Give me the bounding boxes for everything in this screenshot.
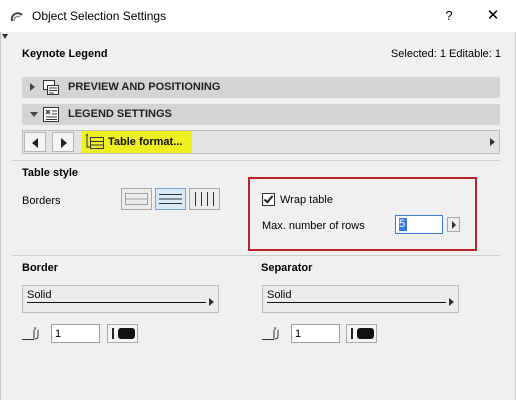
separator-pen-input[interactable]: [291, 324, 340, 343]
element-name: Keynote Legend: [22, 48, 108, 60]
archicad-app-icon: [10, 12, 23, 22]
all-borders-button[interactable]: [121, 188, 152, 210]
wrap-table-checkbox[interactable]: [262, 193, 275, 206]
window-title: Object Selection Settings: [32, 9, 167, 23]
arrow-right-icon: [61, 138, 67, 148]
horizontal-borders-button[interactable]: [155, 188, 186, 210]
separator-line-type-dropdown[interactable]: Solid: [262, 285, 459, 313]
vertical-borders-button[interactable]: [189, 188, 220, 210]
wrap-table-label: Wrap table: [280, 194, 333, 206]
help-button[interactable]: ?: [438, 5, 460, 27]
pen-color-bar: [351, 328, 353, 339]
horizontal-borders-icon: [159, 194, 182, 204]
divider: [12, 160, 500, 161]
pen-color-bar: [112, 328, 114, 339]
preview-positioning-icon: [43, 80, 59, 95]
previous-page-button[interactable]: [24, 132, 46, 152]
all-borders-icon: [125, 193, 148, 205]
title-bar: Object Selection Settings ? ✕: [0, 0, 516, 32]
page-navigation-bar: Table format...: [22, 130, 500, 154]
dropdown-arrow-icon: [449, 298, 454, 306]
pen-icon: [22, 327, 39, 340]
pen-color-swatch: [357, 328, 374, 339]
wrap-settings-highlight-box: [248, 177, 477, 251]
vertical-borders-icon: [195, 192, 214, 206]
separator-pen-color-button[interactable]: [346, 324, 377, 343]
border-line-type-dropdown[interactable]: Solid: [22, 285, 219, 313]
table-style-heading: Table style: [22, 167, 79, 179]
max-rows-value: 5: [399, 218, 407, 231]
table-format-icon: [85, 133, 104, 149]
max-rows-label: Max. number of rows: [262, 220, 365, 232]
border-line-type-value: Solid: [27, 289, 52, 301]
checkmark-icon: [263, 193, 274, 204]
panel-label: PREVIEW AND POSITIONING: [68, 81, 221, 93]
border-pen-color-button[interactable]: [107, 324, 138, 343]
separator-line-type-value: Solid: [267, 289, 292, 301]
legend-settings-icon: [43, 107, 59, 122]
page-selector-label[interactable]: Table format...: [108, 136, 182, 148]
border-pen-input[interactable]: [51, 324, 100, 343]
pen-color-swatch: [118, 328, 135, 339]
border-heading: Border: [22, 262, 59, 274]
collapse-marker-icon: [2, 34, 8, 39]
collapse-arrow-icon: [30, 112, 38, 117]
expand-arrow-icon: [30, 83, 35, 91]
max-rows-stepper[interactable]: [447, 217, 460, 232]
dropdown-arrow-icon: [209, 298, 214, 306]
stepper-arrow-icon: [452, 221, 456, 229]
selection-info: Selected: 1 Editable: 1: [390, 48, 501, 60]
line-sample: [267, 302, 446, 303]
separator-heading: Separator: [261, 262, 313, 274]
pen-icon: [262, 327, 279, 340]
page-menu-arrow-icon[interactable]: [490, 138, 495, 146]
borders-label: Borders: [22, 195, 61, 207]
panel-label: LEGEND SETTINGS: [68, 108, 172, 120]
panel-preview-positioning[interactable]: PREVIEW AND POSITIONING: [22, 77, 500, 98]
panel-legend-settings[interactable]: LEGEND SETTINGS: [22, 104, 500, 125]
arrow-left-icon: [32, 138, 38, 148]
divider: [12, 255, 500, 256]
next-page-button[interactable]: [52, 132, 74, 152]
close-button[interactable]: ✕: [482, 5, 504, 27]
line-sample: [27, 302, 206, 303]
